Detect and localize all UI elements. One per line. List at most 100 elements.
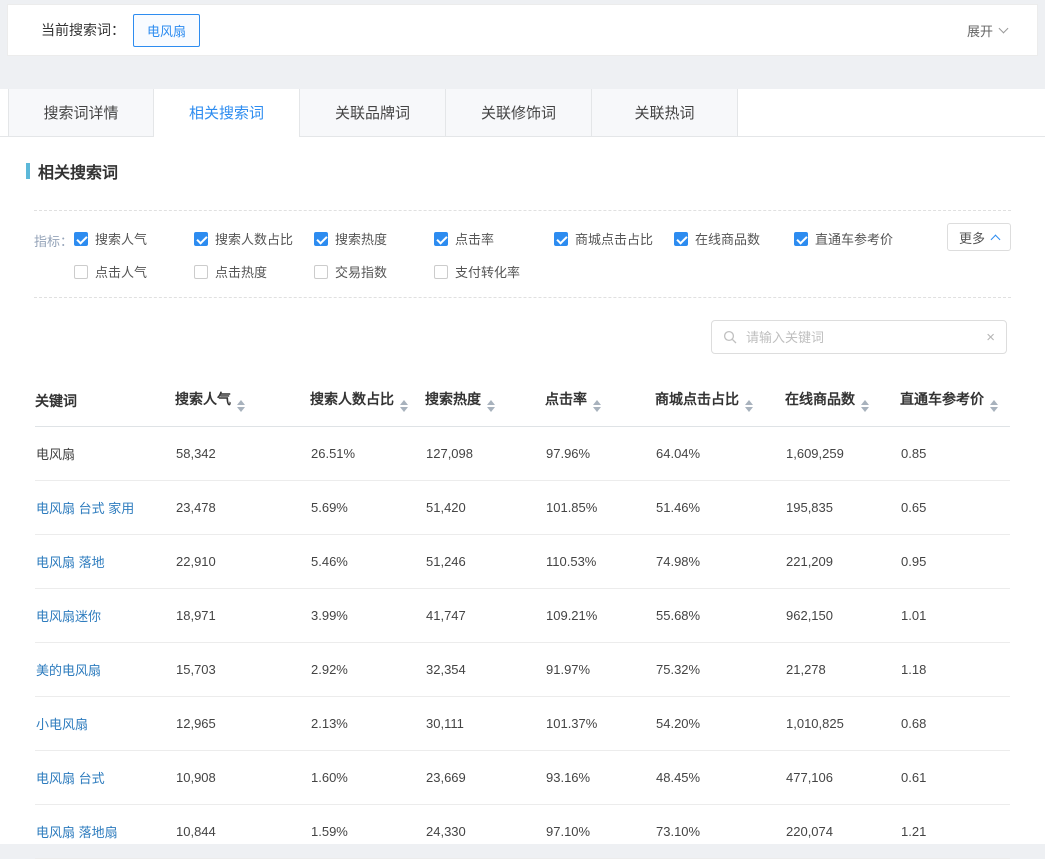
- keyword-cell[interactable]: 电风扇 台式: [35, 751, 175, 805]
- search-term-tag[interactable]: 电风扇: [133, 14, 200, 47]
- chevron-up-icon: [991, 234, 1001, 244]
- table-row: 电风扇 落地22,9105.46%51,246110.53%74.98%221,…: [35, 535, 1010, 589]
- value-cell: 73.10%: [655, 805, 785, 859]
- tab-3[interactable]: 关联品牌词: [300, 89, 446, 136]
- metric-label: 在线商品数: [695, 229, 760, 248]
- tab-bar: 搜索词详情相关搜索词关联品牌词关联修饰词关联热词: [0, 89, 1045, 137]
- metric-checkbox-item[interactable]: 支付转化率: [434, 262, 554, 281]
- column-header[interactable]: 商城点击占比: [655, 376, 785, 427]
- column-header[interactable]: 搜索人数占比: [310, 376, 425, 427]
- metric-checkbox-item[interactable]: 直通车参考价: [794, 229, 914, 248]
- metric-checkbox-item[interactable]: 搜索人气: [74, 229, 194, 248]
- metrics-grid: 搜索人气搜索人数占比搜索热度点击率商城点击占比在线商品数直通车参考价 点击人气点…: [74, 229, 914, 281]
- tab-1[interactable]: 搜索词详情: [8, 89, 154, 136]
- value-cell: 962,150: [785, 589, 900, 643]
- value-cell: 30,111: [425, 697, 545, 751]
- value-cell: 0.68: [900, 697, 1010, 751]
- tab-5[interactable]: 关联热词: [592, 89, 738, 136]
- checkbox-icon[interactable]: [74, 232, 88, 246]
- keyword-search-box: ×: [711, 320, 1007, 354]
- metric-checkbox-item[interactable]: 点击率: [434, 229, 554, 248]
- table-body: 电风扇58,34226.51%127,09897.96%64.04%1,609,…: [35, 427, 1010, 859]
- current-search-bar: 当前搜索词： 电风扇 展开: [7, 4, 1038, 56]
- table-row: 电风扇 台式10,9081.60%23,66993.16%48.45%477,1…: [35, 751, 1010, 805]
- checkbox-icon[interactable]: [554, 232, 568, 246]
- metric-checkbox-item[interactable]: 交易指数: [314, 262, 434, 281]
- metric-checkbox-item[interactable]: 点击热度: [194, 262, 314, 281]
- checkbox-icon[interactable]: [314, 232, 328, 246]
- sort-icon[interactable]: [237, 400, 245, 412]
- sort-icon[interactable]: [400, 400, 408, 412]
- column-header[interactable]: 直通车参考价: [900, 376, 1010, 427]
- metric-checkbox-item[interactable]: 商城点击占比: [554, 229, 674, 248]
- value-cell: 110.53%: [545, 535, 655, 589]
- tab-4[interactable]: 关联修饰词: [446, 89, 592, 136]
- value-cell: 101.85%: [545, 481, 655, 535]
- tab-2[interactable]: 相关搜索词: [154, 89, 300, 136]
- table-row: 小电风扇12,9652.13%30,111101.37%54.20%1,010,…: [35, 697, 1010, 751]
- value-cell: 91.97%: [545, 643, 655, 697]
- column-label: 搜索人气: [175, 391, 231, 407]
- keyword-cell[interactable]: 电风扇 落地扇: [35, 805, 175, 859]
- value-cell: 1.18: [900, 643, 1010, 697]
- column-header[interactable]: 在线商品数: [785, 376, 900, 427]
- expand-toggle[interactable]: 展开: [967, 21, 1007, 40]
- chevron-down-icon: [999, 24, 1009, 34]
- sort-icon[interactable]: [861, 400, 869, 412]
- sort-icon[interactable]: [990, 400, 998, 412]
- keyword-cell[interactable]: 小电风扇: [35, 697, 175, 751]
- sort-icon[interactable]: [593, 400, 601, 412]
- table-row: 美的电风扇15,7032.92%32,35491.97%75.32%21,278…: [35, 643, 1010, 697]
- checkbox-icon[interactable]: [434, 265, 448, 279]
- metric-label: 交易指数: [335, 262, 387, 281]
- value-cell: 10,844: [175, 805, 310, 859]
- checkbox-icon[interactable]: [794, 232, 808, 246]
- metrics-panel: 指标： 搜索人气搜索人数占比搜索热度点击率商城点击占比在线商品数直通车参考价 点…: [34, 210, 1011, 298]
- metrics-row-2: 点击人气 点击热度 交易指数 支付转化率: [74, 262, 914, 281]
- value-cell: 127,098: [425, 427, 545, 481]
- checkbox-icon[interactable]: [434, 232, 448, 246]
- metric-checkbox-item[interactable]: 在线商品数: [674, 229, 794, 248]
- value-cell: 3.99%: [310, 589, 425, 643]
- value-cell: 97.96%: [545, 427, 655, 481]
- current-search-label: 当前搜索词：: [41, 20, 125, 40]
- value-cell: 477,106: [785, 751, 900, 805]
- value-cell: 74.98%: [655, 535, 785, 589]
- metric-checkbox-item[interactable]: 搜索人数占比: [194, 229, 314, 248]
- column-header[interactable]: 搜索人气: [175, 376, 310, 427]
- table-row: 电风扇58,34226.51%127,09897.96%64.04%1,609,…: [35, 427, 1010, 481]
- keyword-cell[interactable]: 美的电风扇: [35, 643, 175, 697]
- table-row: 电风扇 台式 家用23,4785.69%51,420101.85%51.46%1…: [35, 481, 1010, 535]
- sort-icon[interactable]: [745, 400, 753, 412]
- value-cell: 10,908: [175, 751, 310, 805]
- checkbox-icon[interactable]: [74, 265, 88, 279]
- keyword-search-input[interactable]: [744, 329, 986, 346]
- value-cell: 93.16%: [545, 751, 655, 805]
- value-cell: 0.85: [900, 427, 1010, 481]
- section-title-text: 相关搜索词: [38, 159, 118, 183]
- metric-checkbox-item[interactable]: 搜索热度: [314, 229, 434, 248]
- value-cell: 1.59%: [310, 805, 425, 859]
- value-cell: 221,209: [785, 535, 900, 589]
- more-button[interactable]: 更多: [947, 223, 1011, 251]
- keyword-cell[interactable]: 电风扇 台式 家用: [35, 481, 175, 535]
- value-cell: 21,278: [785, 643, 900, 697]
- value-cell: 23,478: [175, 481, 310, 535]
- checkbox-icon[interactable]: [314, 265, 328, 279]
- metric-checkbox-item[interactable]: 点击人气: [74, 262, 194, 281]
- search-icon: [723, 330, 737, 344]
- checkbox-icon[interactable]: [194, 265, 208, 279]
- metric-label: 点击人气: [95, 262, 147, 281]
- clear-icon[interactable]: ×: [986, 330, 995, 345]
- value-cell: 5.46%: [310, 535, 425, 589]
- keyword-cell[interactable]: 电风扇 落地: [35, 535, 175, 589]
- checkbox-icon[interactable]: [674, 232, 688, 246]
- column-header[interactable]: 点击率: [545, 376, 655, 427]
- keyword-cell[interactable]: 电风扇迷你: [35, 589, 175, 643]
- value-cell: 75.32%: [655, 643, 785, 697]
- value-cell: 54.20%: [655, 697, 785, 751]
- checkbox-icon[interactable]: [194, 232, 208, 246]
- sort-icon[interactable]: [487, 400, 495, 412]
- column-header[interactable]: 搜索热度: [425, 376, 545, 427]
- metrics-row-1: 搜索人气搜索人数占比搜索热度点击率商城点击占比 在线商品数 直通车参考价: [74, 229, 914, 248]
